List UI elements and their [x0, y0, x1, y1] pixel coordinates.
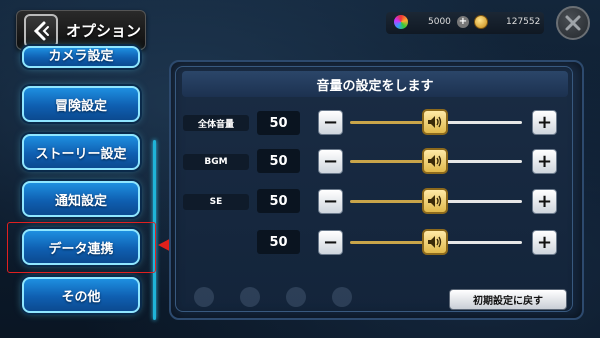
page-title: オプション — [66, 22, 142, 40]
menu-item-label: 通知設定 — [54, 193, 107, 209]
volume-row-label: 全体音量 — [183, 115, 249, 131]
menu-item-label: 冒険設定 — [54, 98, 107, 114]
menu-item-camera[interactable]: カメラ設定 — [22, 46, 140, 68]
voice-decrease-button[interactable]: − — [318, 230, 343, 255]
panel-decoration — [194, 287, 352, 307]
se-increase-button[interactable]: + — [532, 189, 557, 214]
coin-icon — [474, 15, 488, 29]
speaker-icon — [428, 195, 442, 207]
se-slider-handle[interactable] — [422, 188, 448, 214]
volume-value: 50 — [257, 111, 300, 135]
se-decrease-button[interactable]: − — [318, 189, 343, 214]
speaker-icon — [428, 155, 442, 167]
coin-count: 127552 — [506, 17, 541, 27]
add-gem-button[interactable]: + — [457, 16, 469, 28]
se-value: 50 — [257, 189, 300, 213]
bgm-decrease-button[interactable]: − — [318, 149, 343, 174]
menu-item-notification[interactable]: 通知設定 — [22, 181, 140, 217]
close-button[interactable] — [556, 6, 590, 40]
voice-increase-button[interactable]: + — [532, 230, 557, 255]
volume-panel-frame — [175, 66, 573, 312]
menu-item-adventure[interactable]: 冒険設定 — [22, 86, 140, 122]
volume-increase-button[interactable]: + — [532, 110, 557, 135]
menu-item-label: その他 — [61, 289, 101, 305]
voice-slider-handle[interactable] — [422, 229, 448, 255]
menu-item-label: ストーリー設定 — [35, 146, 127, 162]
se-row-label: SE — [183, 194, 249, 210]
speaker-icon — [428, 236, 442, 248]
back-button[interactable] — [24, 14, 58, 48]
volume-slider-handle[interactable] — [422, 109, 448, 135]
menu-item-story[interactable]: ストーリー設定 — [22, 134, 140, 170]
reset-defaults-button[interactable]: 初期設定に戻す — [449, 289, 567, 310]
bgm-row-label: BGM — [183, 154, 249, 170]
panel-title: 音量の設定をします — [182, 71, 568, 97]
menu-item-label: カメラ設定 — [48, 49, 114, 64]
highlight-box — [7, 222, 156, 273]
speaker-icon — [428, 116, 442, 128]
gem-count: 5000 — [428, 17, 451, 27]
bgm-increase-button[interactable]: + — [532, 149, 557, 174]
bgm-slider-handle[interactable] — [422, 148, 448, 174]
volume-decrease-button[interactable]: − — [318, 110, 343, 135]
gem-icon — [394, 15, 408, 29]
menu-item-other[interactable]: その他 — [22, 277, 140, 313]
voice-value: 50 — [257, 230, 300, 254]
bgm-value: 50 — [257, 149, 300, 173]
close-icon — [565, 15, 581, 31]
back-arrow-icon — [33, 21, 49, 41]
